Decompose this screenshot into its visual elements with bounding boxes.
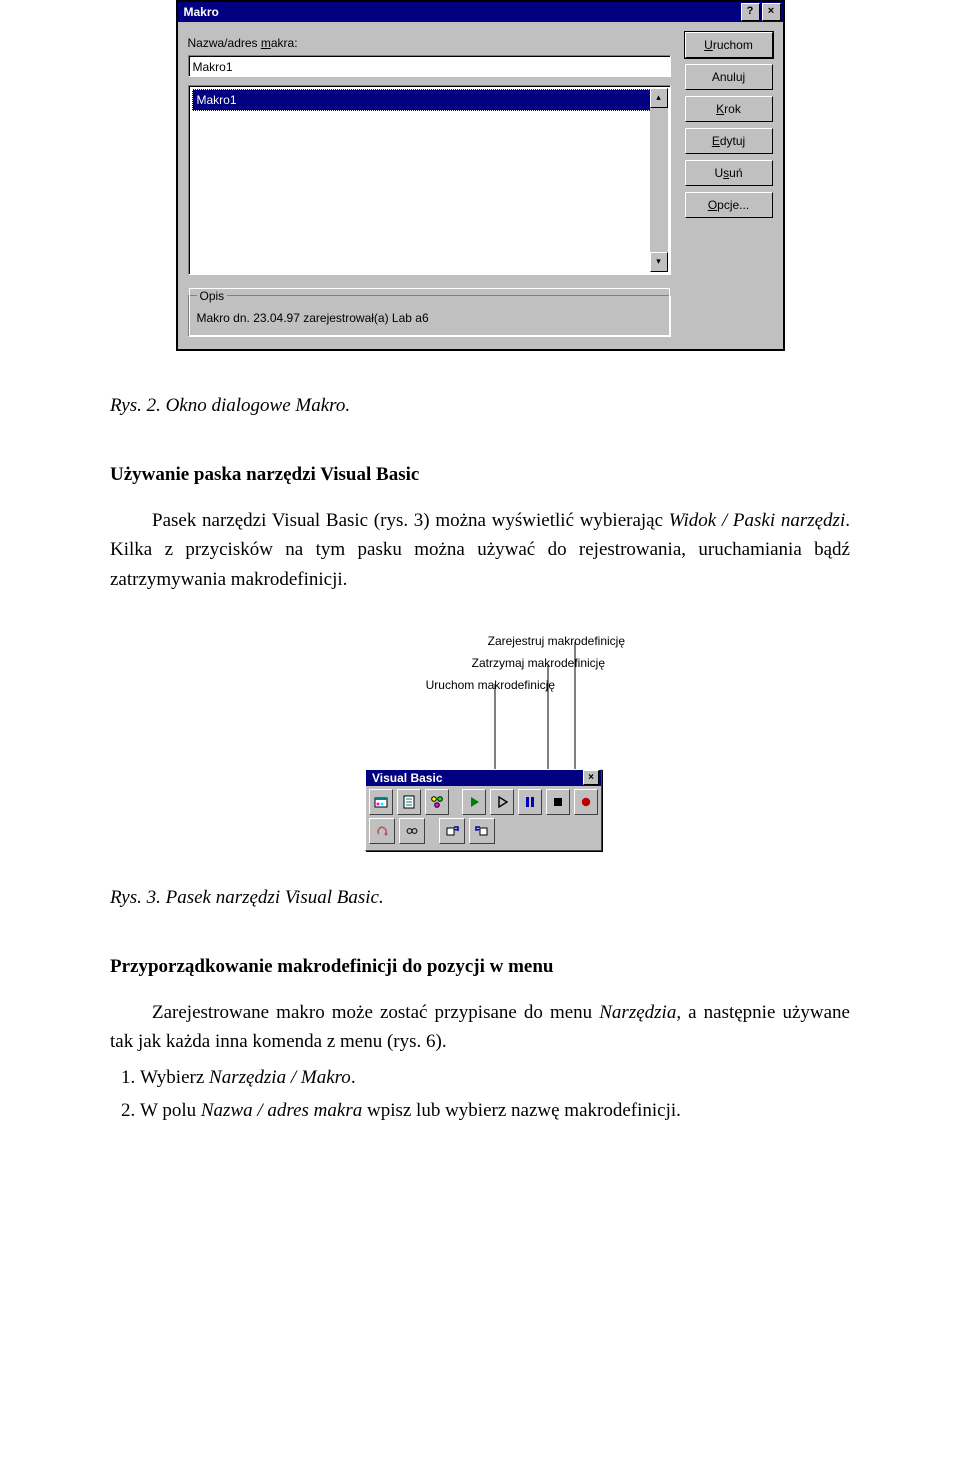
step-1: Wybierz Narzędzia / Makro. xyxy=(140,1063,850,1092)
object-browser-button[interactable] xyxy=(425,789,449,815)
steps-list: Wybierz Narzędzia / Makro. W polu Nazwa … xyxy=(110,1063,850,1126)
visual-basic-toolbar[interactable]: Visual Basic × xyxy=(365,769,602,851)
run-button[interactable]: Uruchom xyxy=(685,32,773,58)
figure-3: Zarejestruj makrodefinicję Zatrzymaj mak… xyxy=(325,624,635,859)
pause-macro-button[interactable] xyxy=(518,789,542,815)
scroll-up-button[interactable]: ▴ xyxy=(650,88,668,108)
close-button[interactable]: × xyxy=(762,3,781,21)
figure-2-caption: Rys. 2. Okno dialogowe Makro. xyxy=(110,391,850,420)
description-group: Opis Makro dn. 23.04.97 zarejestrował(a)… xyxy=(188,287,671,337)
insert-module-button[interactable] xyxy=(369,789,393,815)
help-button[interactable]: ? xyxy=(741,3,760,21)
section-1-paragraph: Pasek narzędzi Visual Basic (rys. 3) moż… xyxy=(110,506,850,594)
breakpoint-button[interactable] xyxy=(369,818,395,844)
toolbar-title: Visual Basic xyxy=(368,769,583,788)
stop-macro-button[interactable] xyxy=(546,789,570,815)
section-2-heading: Przyporządkowanie makrodefinicji do pozy… xyxy=(110,952,850,981)
macro-name-label: Nazwa/adres makra: xyxy=(188,34,671,53)
cancel-button[interactable]: Anuluj xyxy=(685,64,773,90)
description-text: Makro dn. 23.04.97 zarejestrował(a) Lab … xyxy=(197,309,662,328)
edit-button[interactable]: Edytuj xyxy=(685,128,773,154)
callout-stop: Zatrzymaj makrodefinicję xyxy=(472,654,605,673)
record-macro-button[interactable] xyxy=(574,789,598,815)
macro-listbox[interactable]: Makro1 ▴ ▾ xyxy=(188,85,671,275)
macro-name-input[interactable]: Makro1 xyxy=(188,55,671,77)
scroll-down-button[interactable]: ▾ xyxy=(650,252,668,272)
callout-run: Uruchom makrodefinicję xyxy=(426,676,555,695)
toolbar-close-button[interactable]: × xyxy=(583,770,599,785)
menu-editor-button[interactable] xyxy=(397,789,421,815)
options-button[interactable]: Opcje... xyxy=(685,192,773,218)
step-over-button[interactable] xyxy=(439,818,465,844)
step-2: W polu Nazwa / adres makra wpisz lub wyb… xyxy=(140,1096,850,1125)
run-macro-button[interactable] xyxy=(462,789,486,815)
step-into-button[interactable] xyxy=(490,789,514,815)
listbox-selected-item[interactable]: Makro1 xyxy=(192,89,667,112)
description-legend: Opis xyxy=(197,287,228,306)
step-button[interactable]: Krok xyxy=(685,96,773,122)
figure-3-caption: Rys. 3. Pasek narzędzi Visual Basic. xyxy=(110,883,850,912)
step-out-button[interactable] xyxy=(469,818,495,844)
watch-button[interactable] xyxy=(399,818,425,844)
callout-record: Zarejestruj makrodefinicję xyxy=(488,632,625,651)
toolbar-titlebar[interactable]: Visual Basic × xyxy=(366,770,601,786)
delete-button[interactable]: Usuń xyxy=(685,160,773,186)
dialog-titlebar[interactable]: Makro ? × xyxy=(178,2,783,22)
section-2-paragraph: Zarejestrowane makro może zostać przypis… xyxy=(110,998,850,1057)
dialog-title: Makro xyxy=(180,3,741,22)
makro-dialog: Makro ? × Nazwa/adres makra: Makro1 Makr… xyxy=(176,0,785,351)
section-1-heading: Używanie paska narzędzi Visual Basic xyxy=(110,460,850,489)
listbox-scrollbar[interactable]: ▴ ▾ xyxy=(650,88,668,272)
